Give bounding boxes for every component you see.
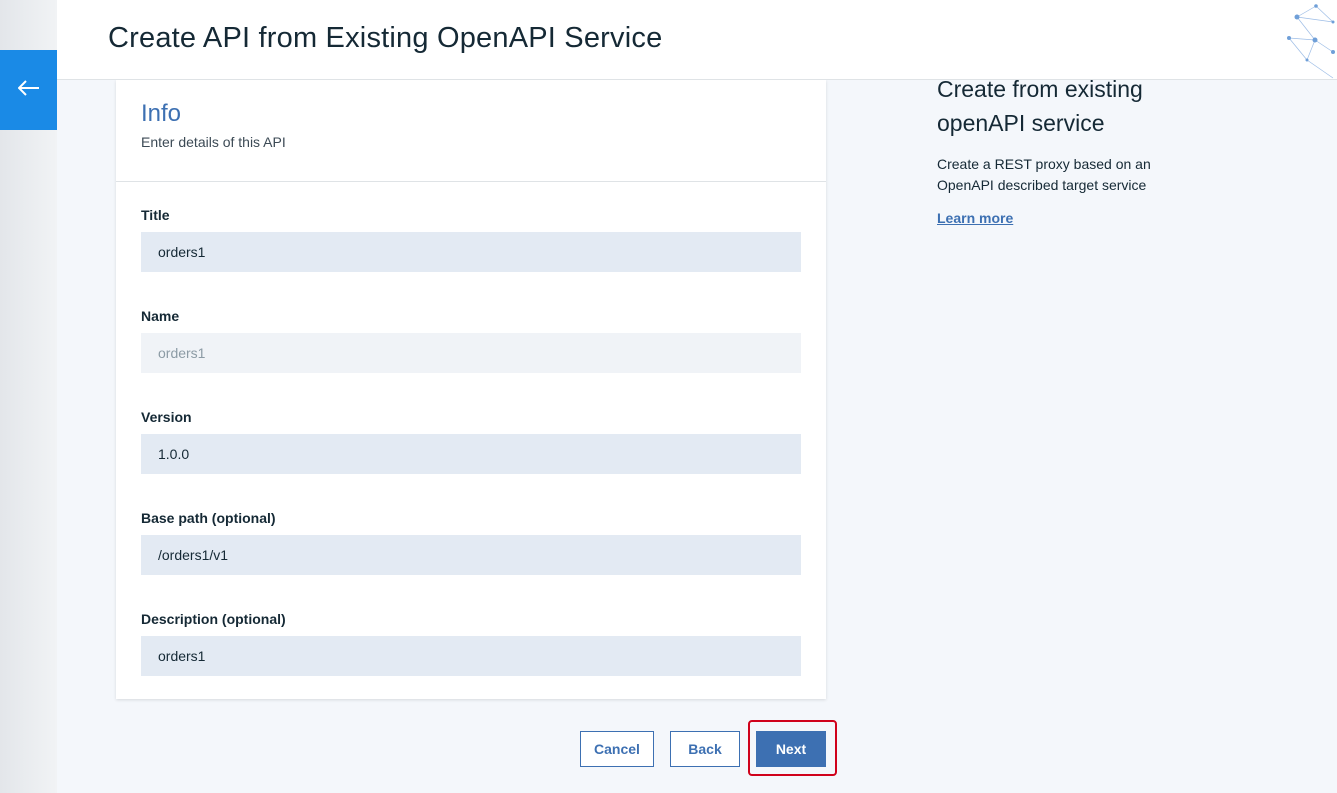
base-path-input[interactable]: /orders1/v1 xyxy=(141,535,801,575)
side-panel-title: Create from existing openAPI service xyxy=(937,76,1143,136)
side-panel-description: Create a REST proxy based on an OpenAPI … xyxy=(937,156,1151,193)
cancel-button[interactable]: Cancel xyxy=(580,731,654,767)
base-path-field-group: Base path (optional) /orders1/v1 xyxy=(141,510,801,575)
version-label: Version xyxy=(141,409,192,425)
back-button[interactable]: Back xyxy=(670,731,740,767)
arrow-left-icon xyxy=(17,79,40,101)
back-nav-button[interactable] xyxy=(0,50,57,130)
card-header: Info Enter details of this API xyxy=(116,80,826,182)
description-label: Description (optional) xyxy=(141,611,286,627)
network-graphic-icon xyxy=(1287,4,1335,79)
learn-more-link[interactable]: Learn more xyxy=(937,210,1013,226)
version-field-group: Version 1.0.0 xyxy=(141,409,801,474)
card-subtitle: Enter details of this API xyxy=(141,134,286,150)
title-field-group: Title orders1 xyxy=(141,207,801,272)
next-button[interactable]: Next xyxy=(756,731,826,767)
side-panel: Create from existing openAPI service Cre… xyxy=(937,72,1177,228)
version-input[interactable]: 1.0.0 xyxy=(141,434,801,474)
description-input[interactable]: orders1 xyxy=(141,636,801,676)
name-input: orders1 xyxy=(141,333,801,373)
name-label: Name xyxy=(141,308,180,324)
page-title: Create API from Existing OpenAPI Service xyxy=(108,22,663,54)
info-card: Info Enter details of this API Title ord… xyxy=(116,80,826,699)
title-input[interactable]: orders1 xyxy=(141,232,801,272)
title-label: Title xyxy=(141,207,170,223)
base-path-label: Base path (optional) xyxy=(141,510,276,526)
name-field-group: Name orders1 xyxy=(141,308,801,373)
page-header: Create API from Existing OpenAPI Service xyxy=(57,0,1337,80)
card-title: Info xyxy=(141,100,182,127)
description-field-group: Description (optional) orders1 xyxy=(141,611,801,676)
